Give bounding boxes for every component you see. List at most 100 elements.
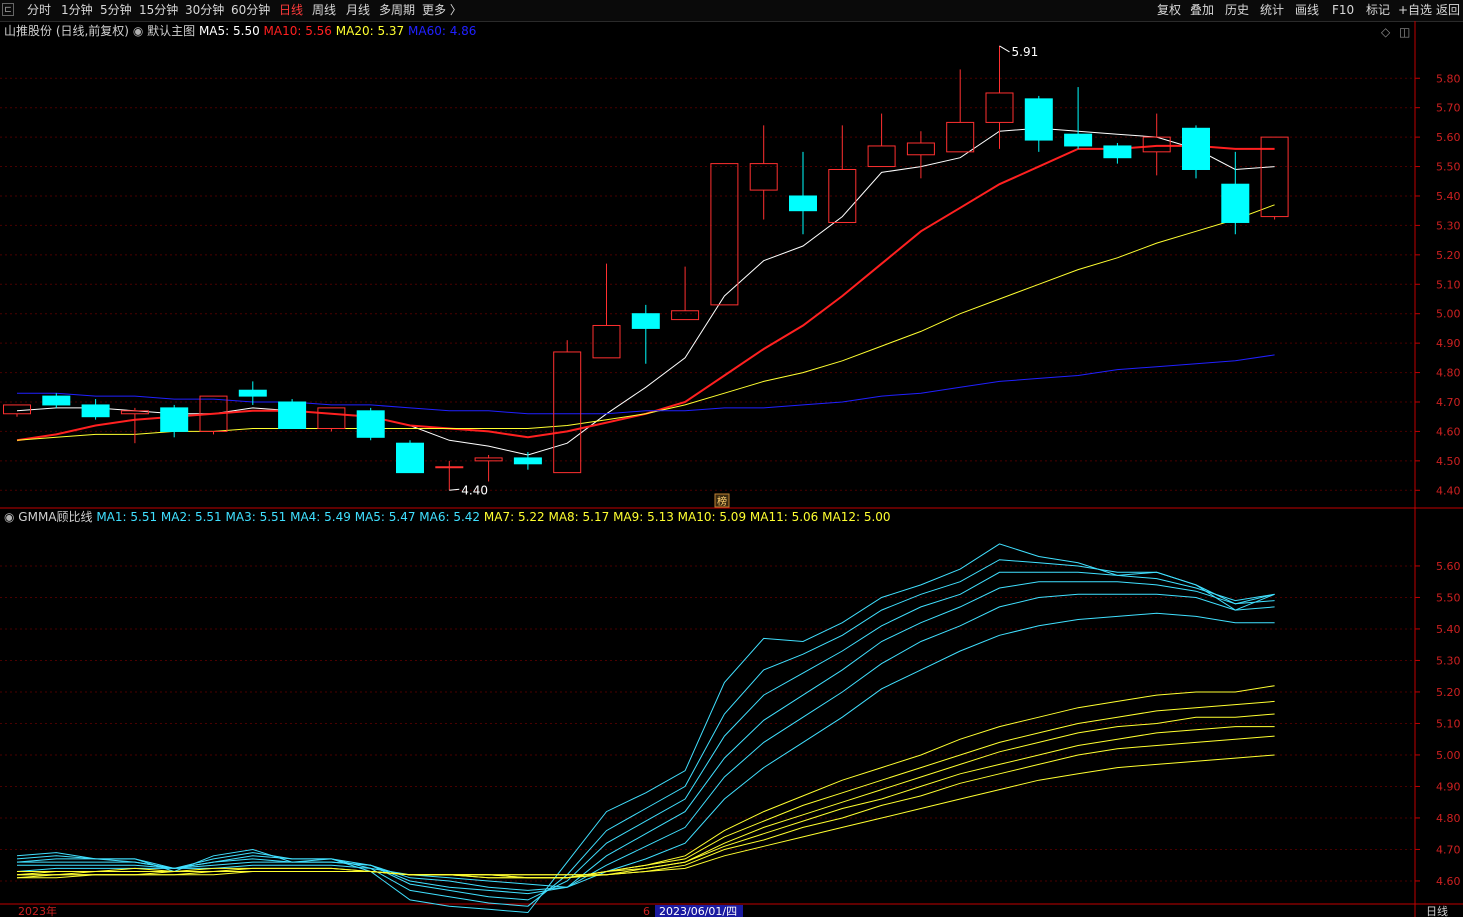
gmma-line-ma11 (16, 735, 1275, 879)
toolbar-button[interactable]: 叠加 (1190, 2, 1214, 18)
candle-body (906, 142, 935, 156)
gmma-line-ma2 (16, 559, 1275, 907)
marker-icon[interactable]: 榜 (717, 495, 727, 508)
candle-body (553, 351, 582, 474)
candle[interactable] (474, 454, 503, 482)
candle[interactable] (278, 399, 307, 429)
indicator-value: MA5: 5.47 (355, 510, 420, 524)
indicator-value: MA10: 5.09 (678, 510, 750, 524)
period-tab[interactable]: 分时 (27, 2, 51, 18)
candle-body (42, 395, 71, 406)
cursor-date-label: 2023/06/01/四 (659, 905, 737, 917)
candle[interactable] (1103, 143, 1132, 164)
period-tab[interactable]: 1分钟 (61, 2, 93, 18)
gmma-lines (16, 543, 1275, 914)
candle[interactable] (1064, 87, 1093, 149)
gmma-tick-label: 4.70 (1436, 843, 1461, 856)
stock-title: 山推股份 (日线,前复权) (4, 23, 133, 38)
candle[interactable] (1024, 95, 1053, 152)
period-tab[interactable]: 30分钟 (185, 2, 224, 18)
period-tab[interactable]: 60分钟 (231, 2, 270, 18)
candle-body (1142, 136, 1171, 153)
candle[interactable] (828, 125, 857, 223)
candle-body (867, 145, 896, 168)
gmma-tick-label: 4.60 (1436, 875, 1461, 888)
price-tick-label: 4.50 (1436, 455, 1461, 468)
period-tab[interactable]: 更多 〉 (422, 2, 462, 18)
candle[interactable] (317, 407, 346, 432)
period-tab[interactable]: 日线 (279, 2, 303, 18)
candle[interactable] (946, 69, 975, 153)
gmma-line-ma10 (17, 726, 1275, 879)
candle[interactable] (789, 151, 817, 235)
price-tick-label: 5.20 (1436, 249, 1461, 262)
toolbar-button[interactable]: 画线 (1295, 2, 1319, 18)
candle[interactable] (749, 125, 778, 220)
candles[interactable] (3, 45, 1289, 491)
period-tab[interactable]: 周线 (312, 2, 336, 18)
toolbar-button[interactable]: 统计 (1260, 2, 1284, 18)
candle[interactable] (553, 340, 582, 474)
candle-body (474, 457, 503, 462)
candle[interactable] (906, 131, 935, 179)
price-tick-label: 5.30 (1436, 219, 1461, 232)
candle[interactable] (120, 407, 149, 444)
price-tick-label: 5.10 (1436, 278, 1461, 291)
price-tick-label: 5.60 (1436, 131, 1461, 144)
price-tick-label: 4.80 (1436, 367, 1461, 380)
candle[interactable] (396, 440, 424, 474)
candle[interactable] (42, 393, 71, 408)
kline-chart[interactable]: 4.40 4.50 4.60 4.70 4.80 4.90 5.00 5.10 5.20 5.30… (0, 21, 1463, 917)
candle[interactable] (631, 304, 660, 364)
period-tab[interactable]: 15分钟 (139, 2, 178, 18)
toolbar-button[interactable]: 标记 (1366, 2, 1390, 18)
candle[interactable] (356, 407, 385, 441)
indicator-value: MA2: 5.51 (161, 510, 226, 524)
chart-frame (0, 21, 1463, 917)
collapse-icon[interactable]: ⊏ (2, 3, 14, 16)
toolbar-button[interactable]: 历史 (1225, 2, 1249, 18)
indicator-name: GMMA顾比线 (18, 510, 96, 524)
candle-body (396, 442, 424, 474)
candle[interactable] (867, 113, 896, 168)
gmma-line-ma3 (16, 571, 1275, 901)
period-tab[interactable]: 月线 (346, 2, 370, 18)
candle-body (631, 313, 660, 329)
price-tick-label: 5.40 (1436, 190, 1461, 203)
price-axis: 4.40 4.50 4.60 4.70 4.80 4.90 5.00 5.10 5.20 5.30… (1415, 72, 1461, 888)
toolbar-button[interactable]: 返回 (1436, 2, 1460, 18)
candle-body (513, 457, 542, 465)
period-label: 日线 (1426, 904, 1448, 917)
candle[interactable] (710, 163, 739, 306)
settings-circle-icon: ◉ (133, 24, 147, 38)
period-tab[interactable]: 5分钟 (100, 2, 132, 18)
indicator-value: MA8: 5.17 (548, 510, 613, 524)
low-price-label: 4.40 (461, 483, 488, 497)
gmma-tick-label: 5.10 (1436, 717, 1461, 730)
indicator-value: MA20: 5.37 (336, 24, 408, 38)
candle[interactable] (435, 460, 464, 491)
candle[interactable] (3, 404, 31, 417)
gmma-tick-label: 4.90 (1436, 780, 1461, 793)
high-price-label: 5.91 (1012, 45, 1039, 59)
candle-body (1064, 133, 1093, 147)
indicator-value: MA60: 4.86 (408, 24, 476, 38)
toolbar-button[interactable]: F10 (1332, 2, 1354, 18)
toolbar-button[interactable]: 复权 (1157, 2, 1181, 18)
toolbar-button[interactable]: +自选 (1398, 2, 1432, 18)
period-tab[interactable]: 多周期 (379, 2, 415, 18)
candle[interactable] (513, 452, 542, 470)
candle-body (120, 410, 149, 415)
ma-lines (16, 127, 1275, 456)
candle[interactable] (985, 45, 1014, 149)
candle[interactable] (671, 266, 700, 321)
window-icon[interactable]: ◫ (1399, 25, 1410, 39)
price-tick-label: 4.60 (1436, 425, 1461, 438)
candle[interactable] (1182, 125, 1210, 179)
candle[interactable] (592, 263, 621, 359)
diamond-icon[interactable]: ◇ (1381, 25, 1391, 39)
candle-body (671, 310, 700, 321)
month-marker: 6 (643, 905, 650, 917)
candle-body (3, 404, 31, 415)
candle-body (749, 163, 778, 191)
